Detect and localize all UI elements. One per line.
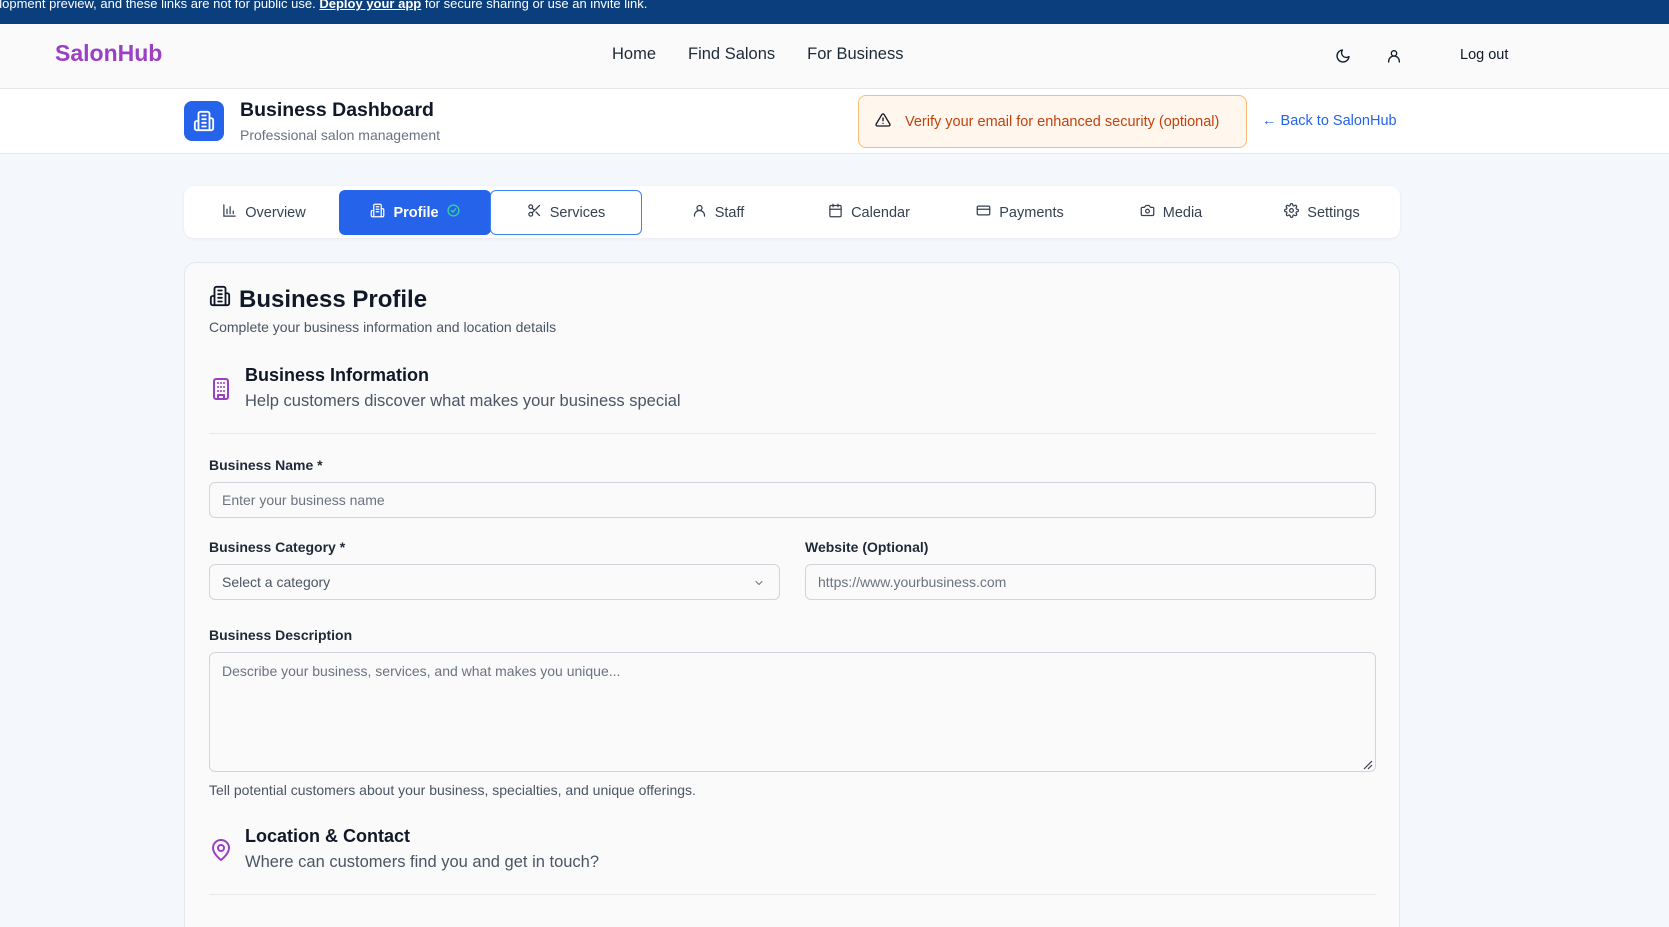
tab-payments[interactable]: Payments	[944, 190, 1096, 235]
select-placeholder: Select a category	[222, 574, 331, 590]
dev-preview-banner: elopment preview, and these links are no…	[0, 0, 1669, 24]
business-profile-title: Business Profile	[239, 285, 428, 313]
map-pin-icon	[209, 838, 233, 862]
section-title: Business Information	[245, 365, 430, 385]
verify-email-text: Verify your email for enhanced security …	[905, 113, 1220, 130]
tab-label: Profile	[393, 204, 439, 221]
dashboard-tabs: Overview Profile Services Staff Calendar…	[184, 186, 1400, 238]
tab-overview[interactable]: Overview	[188, 190, 340, 235]
tab-label: Overview	[245, 204, 306, 221]
verify-email-notice[interactable]: Verify your email for enhanced security …	[858, 95, 1247, 148]
tab-label: Settings	[1307, 204, 1360, 221]
tab-label: Payments	[999, 204, 1064, 221]
brand-logo[interactable]: SalonHub	[55, 40, 162, 67]
description-help-text: Tell potential customers about your busi…	[209, 782, 696, 798]
dashboard-subtitle: Professional salon management	[240, 127, 441, 143]
section-subtitle: Help customers discover what makes your …	[245, 392, 681, 410]
banner-text: elopment preview, and these links are no…	[0, 0, 320, 11]
dashboard-title: Business Dashboard	[240, 99, 434, 121]
nav-links: Home Find Salons For Business	[612, 45, 903, 64]
tab-calendar[interactable]: Calendar	[793, 190, 945, 235]
website-input[interactable]	[805, 564, 1376, 600]
resize-handle-icon[interactable]	[1361, 757, 1373, 770]
business-category-label: Business Category *	[209, 539, 346, 555]
camera-icon	[1140, 203, 1155, 222]
dashboard-header: Business Dashboard Professional salon ma…	[0, 89, 1669, 154]
business-information-section: Business Information Help customers disc…	[209, 365, 1376, 434]
tab-media[interactable]: Media	[1095, 190, 1247, 235]
back-to-salonhub-link[interactable]: ← Back to SalonHub	[1262, 113, 1397, 129]
credit-card-icon	[976, 203, 991, 222]
chevron-down-icon	[753, 576, 765, 592]
building-icon	[184, 101, 224, 141]
tab-profile[interactable]: Profile	[339, 190, 491, 235]
tab-settings[interactable]: Settings	[1246, 190, 1398, 235]
tab-label: Staff	[714, 204, 745, 221]
business-description-textarea[interactable]	[209, 652, 1376, 772]
tab-label: Services	[549, 204, 606, 221]
office-building-icon	[209, 377, 233, 401]
banner-text-end: for secure sharing or use an invite link…	[421, 0, 648, 11]
business-category-select[interactable]: Select a category	[209, 564, 780, 600]
gear-icon	[1284, 203, 1300, 222]
theme-toggle-moon-icon[interactable]	[1333, 46, 1353, 66]
nav-link-home[interactable]: Home	[612, 45, 656, 64]
bar-chart-icon	[222, 203, 237, 222]
business-name-label: Business Name *	[209, 457, 323, 473]
account-user-icon[interactable]	[1384, 46, 1404, 66]
scissors-icon	[527, 203, 542, 222]
business-description-label: Business Description	[209, 627, 353, 643]
user-icon	[692, 203, 707, 222]
business-name-input[interactable]	[209, 482, 1376, 518]
calendar-icon	[828, 203, 843, 222]
business-profile-card: Business Profile Complete your business …	[184, 262, 1400, 927]
website-label: Website (Optional)	[805, 539, 929, 555]
card-title: Business Profile	[209, 285, 427, 314]
location-contact-section: Location & Contact Where can customers f…	[209, 826, 1376, 895]
nav-link-find-salons[interactable]: Find Salons	[688, 45, 775, 64]
tab-services[interactable]: Services	[490, 190, 642, 235]
building-icon	[209, 285, 231, 314]
nav-link-for-business[interactable]: For Business	[807, 45, 903, 64]
logout-button[interactable]: Log out	[1460, 47, 1508, 63]
tab-staff[interactable]: Staff	[642, 190, 794, 235]
business-profile-subtitle: Complete your business information and l…	[209, 319, 557, 335]
section-subtitle: Where can customers find you and get in …	[245, 853, 600, 871]
building-icon	[370, 203, 385, 222]
tab-label: Media	[1162, 204, 1203, 221]
deploy-app-link[interactable]: Deploy your app	[319, 0, 421, 11]
check-circle-icon	[446, 204, 460, 221]
section-title: Location & Contact	[245, 826, 410, 846]
tab-label: Calendar	[851, 204, 910, 221]
warning-triangle-icon	[875, 112, 891, 132]
top-navigation: SalonHub Home Find Salons For Business L…	[0, 24, 1669, 89]
